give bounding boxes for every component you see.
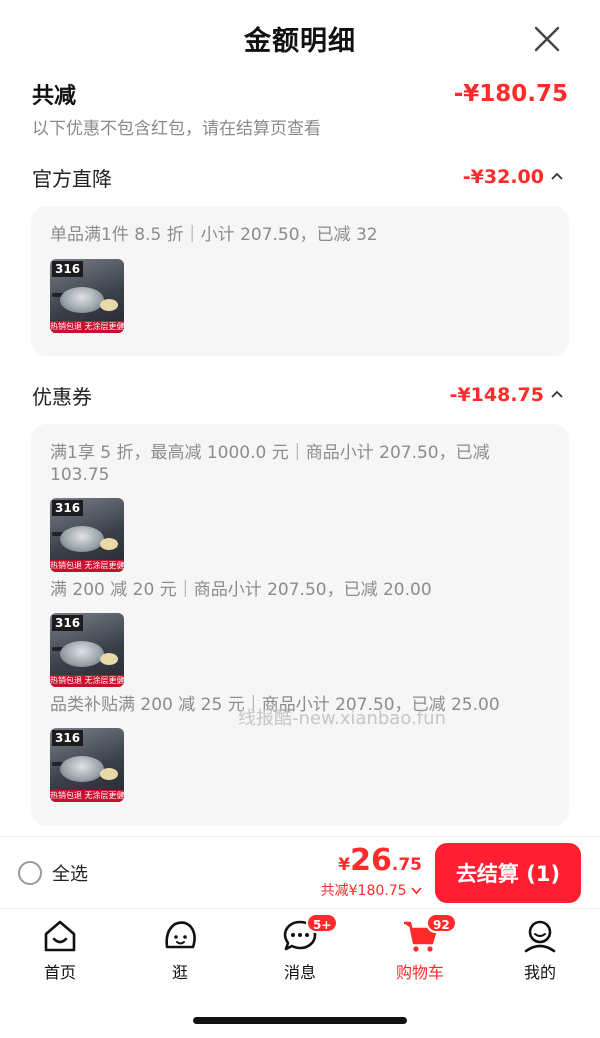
price-currency: ¥ [338, 855, 351, 875]
thumb-badge: 316 [52, 500, 84, 516]
saved-amount-toggle[interactable]: 共减¥180.75 [321, 880, 422, 900]
tab-label: 购物车 [395, 963, 444, 982]
total-discount-amount: -¥180.75 [453, 81, 568, 107]
price-decimal: .75 [391, 855, 422, 875]
checkout-button[interactable]: 去结算 (1) [435, 843, 581, 903]
browse-icon [165, 921, 196, 949]
coupon-title: 优惠券 [32, 384, 92, 409]
food-graphic [100, 299, 118, 311]
official-discount-title: 官方直降 [32, 166, 112, 191]
amount-detail-sheet: 金额明细 共减 -¥180.75 以下优惠不包含红包，请在结算页查看 官方直降 … [0, 0, 600, 836]
discount-rule-text: 单品满1件 8.5 折｜小计 207.50，已减 32 [50, 225, 378, 245]
food-graphic [100, 768, 118, 780]
total-price: ¥26.75 [321, 843, 422, 878]
pot-graphic [60, 756, 104, 782]
pot-graphic [60, 641, 104, 667]
pay-total: ¥26.75 共减¥180.75 [321, 843, 422, 900]
chevron-up-icon[interactable] [550, 170, 564, 184]
coupon-amount-group: -¥148.75 [450, 384, 564, 406]
tab-messages[interactable]: 5+ 消息 [260, 913, 340, 987]
tab-label: 首页 [43, 963, 76, 982]
select-all-toggle[interactable]: 全选 [18, 860, 88, 886]
tab-home[interactable]: 首页 [20, 917, 100, 987]
watermark: 线报酷-new.xianbao.fun [238, 708, 446, 729]
total-discount-label: 共减 [32, 84, 77, 109]
discount-rule-text: 满 200 减 20 元｜商品小计 207.50，已减 20.00 [50, 580, 432, 600]
thumb-strip: 热销包退 无涂层更健康 [50, 321, 124, 333]
official-discount-amount-group: -¥32.00 [463, 166, 564, 188]
pot-graphic [60, 526, 104, 552]
coupon-amount: -¥148.75 [449, 384, 544, 406]
select-all-radio[interactable] [18, 861, 42, 885]
home-indicator [193, 1017, 407, 1024]
food-graphic [100, 538, 118, 550]
checkout-bar: 全选 ¥26.75 共减¥180.75 去结算 (1) [0, 836, 600, 908]
official-discount-card: 单品满1件 8.5 折｜小计 207.50，已减 32 316 热销包退 无涂层… [31, 206, 569, 356]
thumb-strip: 热销包退 无涂层更健康 [50, 560, 124, 572]
tab-profile[interactable]: 我的 [500, 917, 580, 987]
thumb-badge: 316 [52, 730, 84, 746]
total-discount-note: 以下优惠不包含红包，请在结算页查看 [32, 119, 321, 139]
saved-amount: 共减¥180.75 [320, 883, 407, 899]
product-thumbnail[interactable]: 316 热销包退 无涂层更健康 [50, 259, 124, 333]
total-discount-row: 共减 -¥180.75 [32, 76, 568, 112]
food-graphic [100, 653, 118, 665]
thumb-badge: 316 [52, 261, 84, 277]
official-discount-amount: -¥32.00 [462, 166, 544, 188]
pot-graphic [60, 287, 104, 313]
sheet-title: 金额明细 [244, 25, 356, 57]
thumb-strip: 热销包退 无涂层更健康 [50, 790, 124, 802]
tab-cart[interactable]: 92 购物车 [380, 913, 460, 987]
discount-rule-text: 满1享 5 折，最高减 1000.0 元｜商品小计 207.50，已减 103.… [50, 443, 490, 485]
tab-label: 逛 [171, 963, 188, 982]
official-discount-header[interactable]: 官方直降 -¥32.00 [32, 160, 564, 194]
close-icon[interactable] [534, 26, 560, 52]
thumb-badge: 316 [52, 615, 84, 631]
coupon-card: 满1享 5 折，最高减 1000.0 元｜商品小计 207.50，已减 103.… [31, 424, 569, 826]
product-thumbnail[interactable]: 316 热销包退 无涂层更健康 [50, 613, 124, 687]
profile-icon [524, 920, 556, 953]
sheet-header: 金额明细 [0, 0, 600, 76]
tab-label: 我的 [523, 963, 556, 982]
price-integer: 26 [350, 843, 392, 878]
select-all-label: 全选 [52, 864, 88, 885]
thumb-strip: 热销包退 无涂层更健康 [50, 675, 124, 687]
product-thumbnail[interactable]: 316 热销包退 无涂层更健康 [50, 498, 124, 572]
cart-badge: 92 [426, 913, 457, 933]
chevron-up-icon[interactable] [550, 388, 564, 402]
coupon-header[interactable]: 优惠券 -¥148.75 [32, 378, 564, 412]
chevron-down-icon [411, 887, 422, 895]
message-badge: 5+ [306, 913, 339, 933]
tab-label: 消息 [283, 963, 316, 982]
product-thumbnail[interactable]: 316 热销包退 无涂层更健康 [50, 728, 124, 802]
home-icon [44, 920, 76, 952]
tab-browse[interactable]: 逛 [140, 917, 220, 987]
